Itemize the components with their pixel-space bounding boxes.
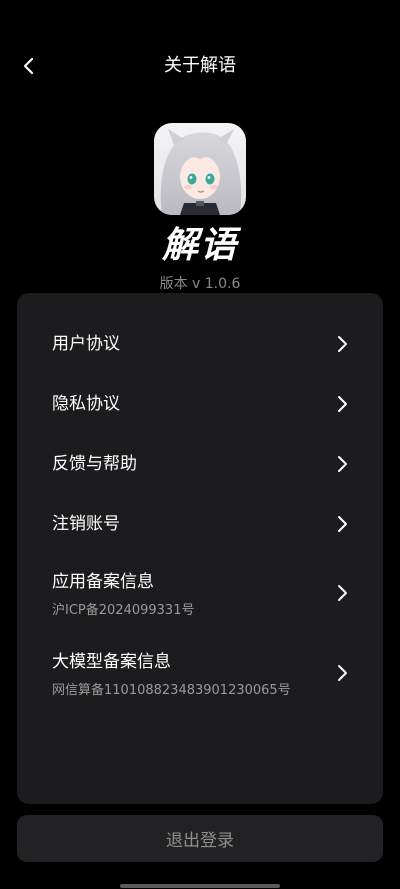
app-logo	[154, 123, 246, 215]
chevron-right-icon	[338, 396, 347, 412]
settings-card: 用户协议 隐私协议 反馈与帮助 注销账号 应用备案信息 沪ICP备2024099…	[17, 293, 383, 804]
chevron-right-icon	[338, 456, 347, 472]
menu-item-privacy-agreement[interactable]: 隐私协议	[17, 386, 383, 422]
menu-item-subtitle: 网信算备110108823483901230065号	[52, 683, 291, 698]
menu-item-subtitle: 沪ICP备2024099331号	[52, 603, 195, 618]
menu-item-feedback-help[interactable]: 反馈与帮助	[17, 446, 383, 482]
app-name: 解语	[161, 225, 238, 266]
logout-button[interactable]: 退出登录	[17, 815, 383, 862]
chevron-right-icon	[338, 336, 347, 352]
menu-item-delete-account[interactable]: 注销账号	[17, 506, 383, 542]
home-indicator	[120, 884, 280, 888]
menu-item-label: 大模型备案信息	[52, 652, 171, 672]
menu-item-label: 应用备案信息	[52, 572, 154, 592]
menu-item-app-filing-info[interactable]: 应用备案信息 沪ICP备2024099331号	[17, 565, 383, 625]
menu-item-label: 反馈与帮助	[52, 454, 137, 474]
menu-item-user-agreement[interactable]: 用户协议	[17, 326, 383, 362]
top-nav-bar: 关于解语	[0, 40, 400, 92]
menu-item-label: 用户协议	[52, 334, 120, 354]
page-title: 关于解语	[164, 55, 236, 76]
chevron-right-icon	[338, 585, 347, 601]
menu-item-label: 隐私协议	[52, 394, 120, 414]
chevron-right-icon	[338, 516, 347, 532]
app-version: 版本 v 1.0.6	[159, 276, 241, 292]
menu-item-model-filing-info[interactable]: 大模型备案信息 网信算备110108823483901230065号	[17, 645, 383, 705]
chevron-right-icon	[338, 665, 347, 681]
menu-item-label: 注销账号	[52, 514, 120, 534]
